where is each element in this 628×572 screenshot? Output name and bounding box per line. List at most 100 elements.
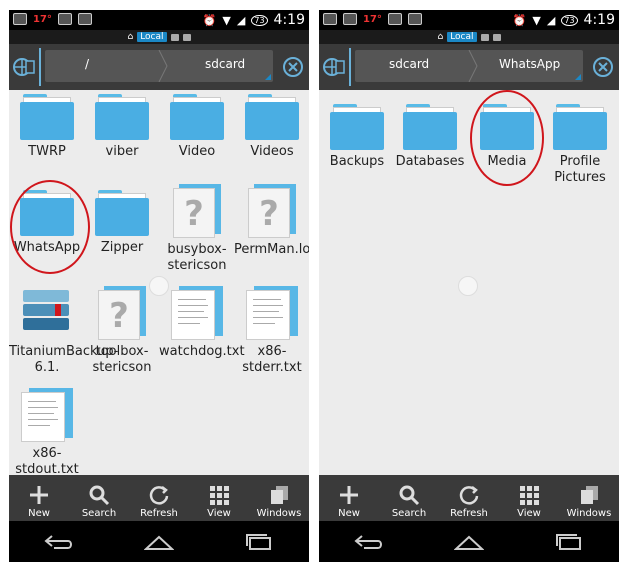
item-label: viber	[105, 144, 139, 159]
action-label: Refresh	[450, 508, 488, 519]
action-label: Search	[391, 508, 427, 519]
search-icon	[89, 485, 110, 506]
item-label: Profile Pictures	[554, 154, 606, 185]
back-icon[interactable]	[44, 534, 74, 550]
globe-folder-icon	[13, 58, 35, 76]
item-label: Zipper	[100, 240, 144, 255]
item-label: Databases	[395, 154, 465, 169]
close-button[interactable]	[277, 48, 309, 86]
notification-icon	[57, 13, 72, 25]
path-toolbar: sdcard WhatsApp	[319, 44, 619, 90]
storage-icon	[170, 33, 179, 41]
close-button[interactable]	[587, 48, 619, 86]
windows-icon	[271, 486, 288, 504]
cloud-icon	[182, 33, 191, 41]
window-switch-button[interactable]	[319, 48, 351, 86]
action-label: Search	[81, 508, 117, 519]
item-label: busybox-stericson	[167, 242, 227, 273]
breadcrumb-root[interactable]: /	[85, 57, 89, 71]
folder-icon	[20, 94, 74, 140]
status-bar: 17° ⏰ ▼ ◢ 73 4:19	[319, 10, 619, 30]
file-item-stdout[interactable]: x86-stdout.txt	[9, 388, 85, 478]
file-item-busybox[interactable]: ? busybox-stericson	[159, 184, 235, 274]
file-item-titanium[interactable]: TitaniumBackup-6.1.	[9, 286, 119, 376]
local-tag[interactable]: Local	[447, 32, 477, 42]
text-file-icon	[171, 286, 223, 340]
action-bar: New Search Refresh View Windows	[9, 475, 309, 521]
folder-item-profile-pictures[interactable]: Profile Pictures	[544, 104, 616, 186]
plus-icon	[340, 486, 358, 504]
location-strip: ⌂ Local	[319, 30, 619, 44]
breadcrumb-menu-icon[interactable]	[575, 74, 581, 80]
local-tag[interactable]: Local	[137, 32, 167, 42]
folder-icon	[403, 104, 457, 150]
folder-icon	[330, 104, 384, 150]
chevron-right-icon	[158, 50, 168, 82]
folder-icon	[95, 190, 149, 236]
search-button[interactable]: Search	[379, 475, 439, 521]
loading-indicator	[149, 276, 169, 296]
text-file-icon	[21, 388, 73, 442]
notification-icon	[387, 13, 402, 25]
search-button[interactable]: Search	[69, 475, 129, 521]
folder-icon	[553, 104, 607, 150]
view-button[interactable]: View	[499, 475, 559, 521]
folder-item-videos[interactable]: Videos	[234, 94, 309, 160]
item-label: Video	[178, 144, 216, 159]
home-button-icon[interactable]	[144, 534, 174, 550]
breadcrumb: sdcard WhatsApp	[355, 50, 583, 82]
refresh-button[interactable]: Refresh	[129, 475, 189, 521]
file-grid: TWRP viber Video Videos WhatsApp Zipper …	[9, 90, 309, 478]
file-item-permman[interactable]: ? PermMan.log	[234, 184, 309, 258]
recents-icon[interactable]	[244, 533, 274, 550]
search-icon	[399, 485, 420, 506]
right-screen: 17° ⏰ ▼ ◢ 73 4:19 ⌂ Local sdcard WhatsAp…	[319, 10, 619, 562]
file-item-toolbox[interactable]: ? toolbox-stericson	[84, 286, 160, 376]
android-nav-bar	[319, 521, 619, 562]
folder-item-viber[interactable]: viber	[84, 94, 160, 160]
status-bar: 17° ⏰ ▼ ◢ 73 4:19	[9, 10, 309, 30]
new-button[interactable]: New	[319, 475, 379, 521]
home-button-icon[interactable]	[454, 534, 484, 550]
folder-item-databases[interactable]: Databases	[392, 104, 468, 170]
back-icon[interactable]	[354, 534, 384, 550]
item-label: watchdog.txt	[159, 344, 245, 359]
left-screen: 17° ⏰ ▼ ◢ 73 4:19 ⌂ Local / sdcard TWRP …	[9, 10, 309, 562]
breadcrumb-whatsapp[interactable]: WhatsApp	[499, 57, 560, 71]
breadcrumb: / sdcard	[45, 50, 273, 82]
recents-icon[interactable]	[554, 533, 584, 550]
windows-button[interactable]: Windows	[249, 475, 309, 521]
signal-icon: ◢	[236, 13, 246, 27]
folder-item-zipper[interactable]: Zipper	[84, 190, 160, 256]
alarm-icon: ⏰	[202, 13, 217, 27]
item-label: Videos	[250, 144, 294, 159]
unknown-file-icon: ?	[248, 184, 296, 238]
folder-item-video[interactable]: Video	[159, 94, 235, 160]
item-label: Backups	[329, 154, 385, 169]
file-item-stderr[interactable]: x86-stderr.txt	[234, 286, 309, 376]
folder-icon	[170, 94, 224, 140]
highlight-circle	[10, 180, 90, 274]
breadcrumb-sdcard[interactable]: sdcard	[205, 57, 245, 71]
item-label: TitaniumBackup-6.1.	[9, 344, 119, 375]
folder-icon	[95, 94, 149, 140]
notification-icon	[13, 13, 27, 25]
breadcrumb-menu-icon[interactable]	[265, 74, 271, 80]
checkbox-notification-icon	[407, 13, 422, 25]
folder-item-backups[interactable]: Backups	[319, 104, 395, 170]
action-label: Windows	[256, 508, 302, 519]
android-nav-bar	[9, 521, 309, 562]
folder-item-twrp[interactable]: TWRP	[9, 94, 85, 160]
image-notification-icon	[323, 13, 337, 25]
unknown-file-icon: ?	[98, 286, 146, 340]
window-switch-button[interactable]	[9, 48, 41, 86]
refresh-icon	[459, 486, 479, 505]
refresh-button[interactable]: Refresh	[439, 475, 499, 521]
view-button[interactable]: View	[189, 475, 249, 521]
new-button[interactable]: New	[9, 475, 69, 521]
windows-button[interactable]: Windows	[559, 475, 619, 521]
action-label: New	[28, 508, 50, 519]
breadcrumb-sdcard[interactable]: sdcard	[389, 57, 429, 71]
wifi-icon: ▼	[222, 13, 231, 27]
file-item-watchdog[interactable]: watchdog.txt	[159, 286, 245, 360]
